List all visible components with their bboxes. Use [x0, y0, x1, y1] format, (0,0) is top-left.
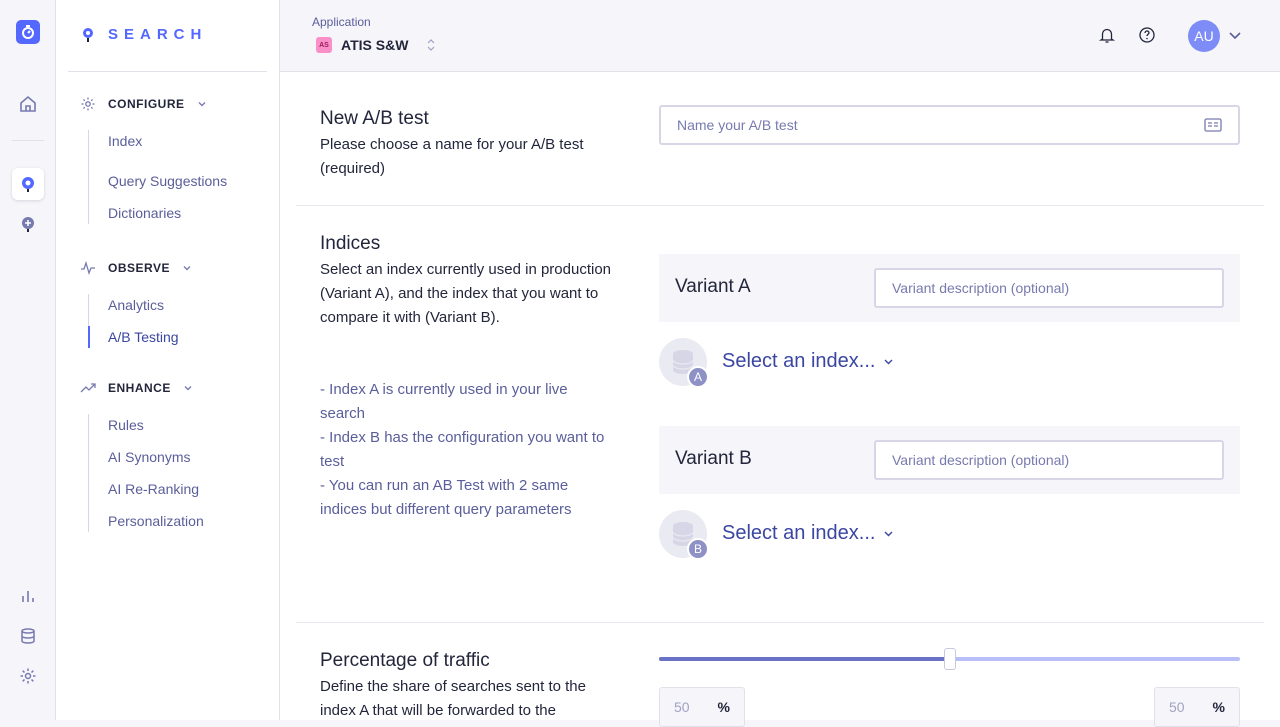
variant-b-label: Variant B — [675, 448, 752, 469]
percent-sign: % — [1212, 699, 1225, 715]
search-brand-icon — [83, 27, 93, 42]
new-test-description: Please choose a name for your A/B test (… — [320, 136, 584, 177]
search-sidebar: SEARCH CONFIGURE Index Query Suggestions… — [56, 0, 280, 720]
main-content: New A/B test Please choose a name for yo… — [280, 72, 1280, 727]
variant-b-placeholder: Variant description (optional) — [892, 452, 1070, 468]
section-observe[interactable]: OBSERVE — [80, 260, 192, 276]
chevron-down-icon — [183, 266, 191, 271]
percent-sign: % — [717, 699, 730, 715]
section-configure[interactable]: CONFIGURE — [80, 96, 207, 112]
index-a-database-icon: A — [659, 338, 709, 388]
select-index-a[interactable]: Select an index... — [722, 350, 894, 373]
search-brand: SEARCH — [82, 26, 207, 43]
algolia-logo-icon[interactable] — [16, 20, 40, 44]
indices-title: Indices — [320, 233, 381, 254]
select-index-b-label: Select an index... — [722, 522, 876, 544]
indices-note: - Index A is currently used in your live… — [320, 381, 568, 422]
section-label: OBSERVE — [108, 261, 170, 275]
traffic-slider[interactable] — [659, 648, 1240, 670]
variant-b-panel: Variant B Variant description (optional) — [659, 426, 1240, 494]
chevron-down-icon — [184, 386, 192, 391]
variant-a-label: Variant A — [675, 276, 751, 297]
indices-notes: - Index A is currently used in your live… — [320, 378, 610, 522]
settings-gear-icon[interactable] — [12, 660, 44, 692]
new-test-title: New A/B test — [320, 108, 429, 129]
select-index-b[interactable]: Select an index... — [722, 522, 894, 545]
observe-submenu: Analytics A/B Testing — [88, 294, 179, 348]
traffic-slider-fill — [659, 657, 950, 661]
section-label: CONFIGURE — [108, 97, 185, 111]
search-product-icon[interactable] — [12, 168, 44, 200]
traffic-title: Percentage of traffic — [320, 650, 490, 671]
traffic-description: Define the share of searches sent to the… — [320, 678, 586, 719]
variant-a-description-input[interactable]: Variant description (optional) — [874, 268, 1224, 308]
up-down-chevron-icon — [427, 38, 435, 52]
chevron-down-icon — [884, 359, 893, 365]
sidebar-item-query-suggestions[interactable]: Query Suggestions — [89, 170, 227, 202]
variant-a-placeholder: Variant description (optional) — [892, 280, 1070, 296]
app-name: ATIS S&W — [341, 37, 409, 53]
brand-label: SEARCH — [108, 26, 208, 43]
gear-icon — [81, 97, 95, 111]
sidebar-item-analytics[interactable]: Analytics — [89, 294, 179, 326]
section-enhance[interactable]: ENHANCE — [80, 380, 193, 396]
sidebar-item-ab-testing[interactable]: A/B Testing — [88, 326, 179, 348]
traffic-a-value: 50 — [673, 699, 690, 715]
configure-submenu: Index Query Suggestions Dictionaries — [88, 130, 227, 224]
variant-b-description-input[interactable]: Variant description (optional) — [874, 440, 1224, 480]
analytics-bars-icon[interactable] — [12, 580, 44, 612]
indices-description: Select an index currently used in produc… — [320, 261, 612, 326]
trending-up-icon — [80, 383, 96, 393]
sidebar-item-dictionaries[interactable]: Dictionaries — [89, 202, 227, 224]
pulse-icon — [81, 260, 95, 275]
user-avatar[interactable]: AU — [1188, 20, 1220, 52]
sidebar-item-rules[interactable]: Rules — [89, 414, 204, 446]
sidebar-item-ai-synonyms[interactable]: AI Synonyms — [89, 446, 204, 478]
indices-note: - Index B has the configuration you want… — [320, 429, 605, 470]
home-icon[interactable] — [12, 88, 44, 120]
indices-note: - You can run an AB Test with 2 same ind… — [320, 477, 572, 518]
traffic-b-input[interactable]: 50 % — [1154, 687, 1240, 727]
product-rail — [0, 0, 56, 720]
sidebar-item-personalization[interactable]: Personalization — [89, 510, 204, 532]
section-label: ENHANCE — [108, 381, 171, 395]
variant-a-panel: Variant A Variant description (optional) — [659, 254, 1240, 322]
test-name-placeholder: Name your A/B test — [677, 117, 798, 133]
traffic-a-input[interactable]: 50 % — [659, 687, 745, 727]
index-a-letter: A — [687, 366, 709, 388]
help-icon[interactable] — [1138, 26, 1158, 46]
test-name-input[interactable]: Name your A/B test — [659, 105, 1240, 145]
bell-icon[interactable] — [1098, 26, 1118, 46]
traffic-slider-handle[interactable] — [943, 648, 956, 670]
database-icon[interactable] — [12, 620, 44, 652]
application-selector[interactable]: AS ATIS S&W — [316, 37, 435, 53]
chevron-down-icon — [884, 531, 893, 537]
index-b-letter: B — [687, 538, 709, 560]
chevron-down-icon[interactable] — [1228, 28, 1242, 47]
enhance-submenu: Rules AI Synonyms AI Re-Ranking Personal… — [88, 414, 204, 532]
chevron-down-icon — [198, 102, 205, 107]
select-index-a-label: Select an index... — [722, 350, 876, 372]
sidebar-item-ai-re-ranking[interactable]: AI Re-Ranking — [89, 478, 204, 510]
top-bar: Application AS ATIS S&W AU — [280, 0, 1280, 72]
app-badge: AS — [316, 37, 332, 53]
recommend-product-icon[interactable] — [12, 208, 44, 240]
traffic-b-value: 50 — [1168, 699, 1185, 715]
id-card-icon — [1204, 118, 1222, 132]
application-label: Application — [312, 15, 371, 29]
index-b-database-icon: B — [659, 510, 709, 560]
sidebar-item-index[interactable]: Index — [89, 130, 227, 170]
